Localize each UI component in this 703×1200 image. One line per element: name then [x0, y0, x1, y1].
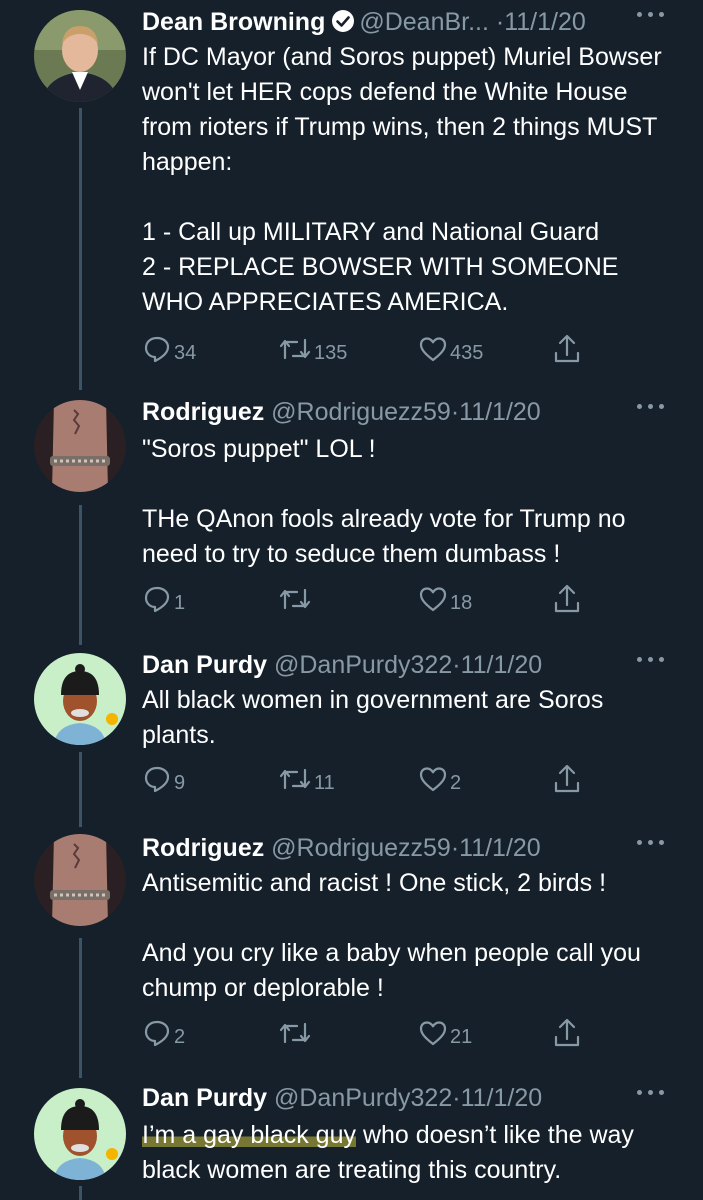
reply-button[interactable]: 1	[142, 582, 185, 616]
tweet-header: Dean Browning @DeanBr... ·11/1/20	[142, 2, 586, 42]
reply-button[interactable]: 34	[142, 332, 196, 366]
tweet-actions: 34 135 435	[142, 332, 602, 366]
tweet-header: Dan Purdy @DanPurdy322·11/1/20	[142, 1078, 542, 1118]
tweet-text: All black women in government are Soros …	[142, 686, 611, 749]
heart-icon	[419, 587, 447, 612]
tweet[interactable]: Rodriguez @Rodriguezz59·11/1/20 "Soros p…	[0, 392, 703, 640]
tweet-text: If DC Mayor (and Soros puppet) Muriel Bo…	[142, 43, 662, 316]
share-icon	[554, 584, 580, 613]
retweet-icon	[279, 588, 311, 610]
share-icon	[554, 764, 580, 793]
retweet-icon	[279, 1022, 311, 1044]
more-options-icon[interactable]	[637, 836, 667, 850]
retweet-button[interactable]: 135	[278, 332, 347, 366]
tweet-text: "Soros puppet" LOL ! THe QAnon fools alr…	[142, 435, 626, 568]
retweet-button[interactable]	[278, 1016, 312, 1050]
heart-icon	[419, 1021, 447, 1046]
share-button[interactable]	[552, 582, 582, 616]
like-button[interactable]: 435	[418, 332, 483, 366]
separator-dot: ·	[450, 398, 460, 426]
tweet-actions: 2 21	[142, 1016, 602, 1050]
avatar-rodriguez[interactable]	[34, 834, 126, 926]
separator-dot: ·	[452, 651, 461, 679]
tweet[interactable]: Dan Purdy @DanPurdy322·11/1/20 All black…	[0, 645, 703, 815]
reply-icon	[144, 586, 170, 613]
reply-count: 1	[174, 591, 186, 614]
highlighted-text: I’m a gay black guy	[142, 1121, 356, 1149]
retweet-button[interactable]	[278, 582, 312, 616]
tweet[interactable]: Rodriguez @Rodriguezz59·11/1/20 Antisemi…	[0, 828, 703, 1073]
reply-button[interactable]: 9	[142, 762, 185, 796]
like-button[interactable]: 18	[418, 582, 472, 616]
retweet-count: 11	[314, 771, 335, 794]
tweet[interactable]: Dean Browning @DeanBr... ·11/1/20 If DC M…	[0, 0, 703, 390]
like-count: 18	[450, 591, 473, 614]
author-name[interactable]: Rodriguez	[142, 834, 264, 862]
like-count: 2	[450, 771, 462, 794]
tweet-text: Antisemitic and racist ! One stick, 2 bi…	[142, 869, 641, 1002]
retweet-icon	[279, 768, 311, 790]
more-options-icon[interactable]	[637, 1086, 667, 1100]
tweet-date[interactable]: 11/1/20	[459, 834, 541, 862]
tweet-date[interactable]: 11/1/20	[504, 8, 586, 36]
share-button[interactable]	[552, 332, 582, 366]
tweet-actions: 9 11 2	[142, 762, 602, 796]
tweet-header: Rodriguez @Rodriguezz59·11/1/20	[142, 828, 541, 868]
heart-icon	[419, 767, 447, 792]
tweet-date[interactable]: 11/1/20	[459, 398, 541, 426]
tweet-actions: 1 18	[142, 582, 602, 616]
share-button[interactable]	[552, 1016, 582, 1050]
avatar-dean-browning[interactable]	[34, 10, 126, 102]
like-button[interactable]: 21	[418, 1016, 472, 1050]
tweet-header: Dan Purdy @DanPurdy322·11/1/20	[142, 645, 542, 685]
avatar-rodriguez[interactable]	[34, 400, 126, 492]
share-button[interactable]	[552, 762, 582, 796]
author-name[interactable]: Dan Purdy	[142, 1084, 267, 1112]
avatar-dan-purdy[interactable]	[34, 653, 126, 745]
author-handle[interactable]: @Rodriguezz59	[271, 398, 451, 426]
author-handle[interactable]: @DanPurdy322	[274, 1084, 452, 1112]
separator-dot: ·	[495, 8, 505, 36]
author-handle[interactable]: @DeanBr...	[359, 8, 489, 36]
reply-icon	[144, 1020, 170, 1047]
retweet-button[interactable]: 11	[278, 762, 335, 796]
author-name[interactable]: Rodriguez	[142, 398, 264, 426]
author-name[interactable]: Dean Browning	[142, 8, 325, 36]
heart-icon	[419, 337, 447, 362]
more-options-icon[interactable]	[637, 400, 667, 414]
like-count: 435	[450, 341, 484, 364]
more-options-icon[interactable]	[637, 653, 667, 667]
retweet-count: 135	[314, 341, 348, 364]
author-name[interactable]: Dan Purdy	[142, 651, 267, 679]
verified-badge-icon	[331, 5, 355, 45]
like-count: 21	[450, 1025, 473, 1048]
reply-button[interactable]: 2	[142, 1016, 185, 1050]
reply-icon	[144, 336, 170, 363]
author-handle[interactable]: @Rodriguezz59	[271, 834, 451, 862]
share-icon	[554, 334, 580, 363]
tweet-date[interactable]: 11/1/20	[461, 651, 543, 679]
more-options-icon[interactable]	[637, 8, 667, 22]
reply-count: 34	[174, 341, 197, 364]
separator-dot: ·	[450, 834, 460, 862]
retweet-icon	[279, 338, 311, 360]
reply-icon	[144, 766, 170, 793]
tweet-date[interactable]: 11/1/20	[461, 1084, 543, 1112]
tweet-text: I’m a gay black guy who doesn’t like the…	[142, 1118, 672, 1188]
separator-dot: ·	[452, 1084, 461, 1112]
reply-count: 2	[174, 1025, 186, 1048]
like-button[interactable]: 2	[418, 762, 461, 796]
author-handle[interactable]: @DanPurdy322	[274, 651, 452, 679]
share-icon	[554, 1018, 580, 1047]
avatar-dan-purdy[interactable]	[34, 1088, 126, 1180]
tweet[interactable]: Dan Purdy @DanPurdy322·11/1/20 I’m a gay…	[0, 1078, 703, 1200]
tweet-header: Rodriguez @Rodriguezz59·11/1/20	[142, 392, 541, 432]
reply-count: 9	[174, 771, 186, 794]
